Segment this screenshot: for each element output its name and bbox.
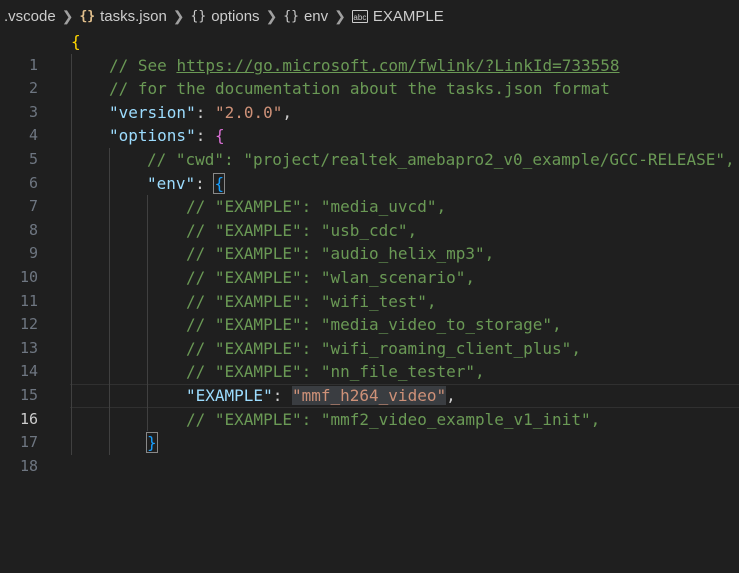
code-line[interactable]: 6 // "cwd": "project/realtek_amebapro2_v… — [0, 147, 739, 192]
chevron-right-icon: ❯ — [334, 7, 346, 24]
json-key: "env" — [147, 173, 196, 193]
code-line[interactable]: 4 "version": "2.0.0", — [0, 100, 739, 144]
code-line[interactable]: 12 // "EXAMPLE": "wifi_test", — [0, 289, 739, 333]
line-number: 18 — [19, 456, 38, 475]
code-comment: // "EXAMPLE": "wlan_scenario", — [186, 267, 475, 287]
code-line[interactable]: 2 // See https://go.microsoft.com/fwlink… — [0, 53, 739, 97]
code-comment: // "EXAMPLE": "media_video_to_storage", — [186, 315, 562, 335]
json-string-value: "2.0.0" — [214, 102, 283, 122]
code-line[interactable]: 9 // "EXAMPLE": "usb_cdc", — [0, 218, 739, 262]
code-comment: // "EXAMPLE": "wifi_roaming_client_plus"… — [186, 338, 581, 358]
code-line[interactable]: 10 // "EXAMPLE": "audio_helix_mp3", — [0, 242, 739, 286]
selected-string-value[interactable]: "mmf_h264_video" — [291, 385, 447, 405]
code-line[interactable]: 7 "env": { — [0, 171, 739, 215]
braces-icon: {} — [79, 8, 96, 24]
code-brace: { — [214, 126, 225, 146]
code-line[interactable]: 5 "options": { — [0, 124, 739, 168]
object-braces-icon: {} — [283, 8, 299, 24]
code-comment: // "EXAMPLE": "audio_helix_mp3", — [186, 244, 495, 264]
json-key: "options" — [109, 126, 196, 146]
code-line[interactable]: 8 // "EXAMPLE": "media_uvcd", — [0, 195, 739, 239]
code-line[interactable]: 11 // "EXAMPLE": "wlan_scenario", — [0, 265, 739, 310]
object-braces-icon: {} — [190, 8, 207, 24]
string-abc-icon: abc — [351, 9, 368, 23]
breadcrumb-file[interactable]: {} tasks.json — [79, 8, 166, 25]
breadcrumb-env-label: env — [303, 7, 329, 25]
chevron-right-icon: ❯ — [265, 7, 278, 24]
breadcrumb-options-label: options — [211, 7, 260, 25]
code-comment: // See — [109, 55, 177, 75]
code-line[interactable]: 1 { — [0, 30, 739, 74]
code-comment: // "EXAMPLE": "mmf2_video_example_v1_ini… — [186, 409, 601, 429]
code-brace: } — [146, 432, 158, 454]
code-brace: { — [213, 172, 226, 194]
chevron-right-icon: ❯ — [61, 7, 74, 24]
breadcrumb-folder-label: .vscode — [4, 7, 56, 25]
code-comment: // "cwd": "project/realtek_amebapro2_v0_… — [147, 149, 735, 169]
json-key: "EXAMPLE" — [186, 385, 273, 405]
breadcrumb-env[interactable]: {} env — [283, 8, 328, 25]
json-key: "version" — [109, 102, 196, 122]
code-comment: // "EXAMPLE": "nn_file_tester", — [186, 362, 485, 382]
breadcrumb-file-label: tasks.json — [100, 7, 167, 25]
breadcrumb: .vscode ❯ {} tasks.json ❯ {} options ❯ {… — [0, 0, 739, 32]
breadcrumb-example[interactable]: abc EXAMPLE — [351, 7, 444, 25]
code-line[interactable]: 17 // "EXAMPLE": "mmf2_video_example_v1_… — [0, 407, 739, 451]
breadcrumb-folder[interactable]: .vscode — [4, 8, 56, 25]
docs-link[interactable]: https://go.microsoft.com/fwlink/?LinkId=… — [176, 56, 619, 75]
code-line[interactable]: 15 // "EXAMPLE": "nn_file_tester", — [0, 360, 739, 404]
code-line[interactable]: 13 // "EXAMPLE": "media_video_to_storage… — [0, 313, 739, 357]
code-line[interactable]: 14 // "EXAMPLE": "wifi_roaming_client_pl… — [0, 336, 739, 380]
code-comment: // for the documentation about the tasks… — [109, 79, 610, 99]
chevron-right-icon: ❯ — [172, 7, 185, 24]
code-line[interactable]: 18 } — [0, 431, 739, 475]
code-line[interactable]: 3 // for the documentation about the tas… — [0, 77, 739, 121]
code-comment: // "EXAMPLE": "wifi_test", — [186, 291, 437, 311]
code-editor[interactable]: 1 { 2 // See https://go.microsoft.com/fw… — [0, 30, 739, 475]
breadcrumb-options[interactable]: {} options — [191, 8, 260, 25]
code-line-current[interactable]: 16 "EXAMPLE": "mmf_h264_video", — [0, 383, 739, 428]
code-comment: // "EXAMPLE": "usb_cdc", — [186, 220, 418, 240]
code-comment: // "EXAMPLE": "media_uvcd", — [186, 197, 447, 217]
breadcrumb-example-label: EXAMPLE — [372, 7, 444, 25]
code-brace: { — [71, 32, 81, 51]
